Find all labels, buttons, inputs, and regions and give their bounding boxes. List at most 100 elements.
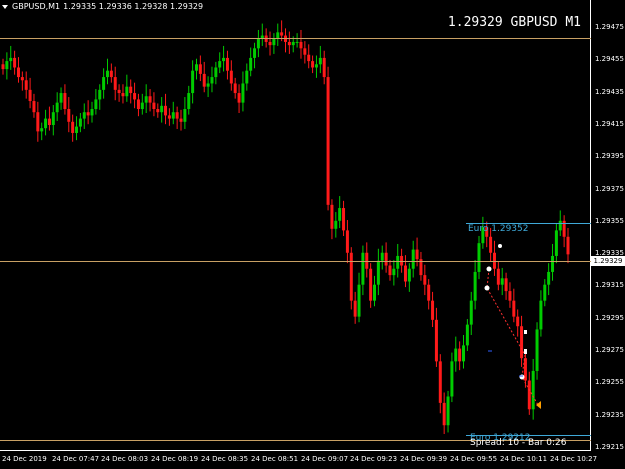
symbol-info-line[interactable]: GBPUSD,M1 1.29335 1.29336 1.29328 1.2932… <box>2 1 203 12</box>
time-tick-label: 24 Dec 08:51 <box>251 455 299 463</box>
time-tick-label: 24 Dec 09:23 <box>350 455 398 463</box>
time-tick-label: 24 Dec 09:55 <box>450 455 498 463</box>
candle-body <box>86 112 90 116</box>
candle-body <box>500 278 504 285</box>
candle-body <box>117 89 121 94</box>
candle-body <box>415 249 419 260</box>
chart-window[interactable]: GBPUSD,M1 1.29335 1.29336 1.29328 1.2932… <box>0 0 625 469</box>
candle-body <box>318 57 322 65</box>
candle-body <box>311 61 315 68</box>
candle-body <box>520 326 524 359</box>
price-display: 1.29329 GBPUSD M1 <box>448 14 581 32</box>
price-tick-label: 1.29355 <box>595 216 624 225</box>
candle-body <box>109 70 113 78</box>
candle-body <box>249 57 253 71</box>
candle-body <box>512 300 516 317</box>
time-tick-label: 24 Dec 08:19 <box>151 455 199 463</box>
price-axis[interactable]: 1.29475 1.29455 1.29435 1.29415 1.29395 1.293… <box>591 0 625 469</box>
candle-body <box>55 102 59 113</box>
candle-body <box>113 77 117 90</box>
big-price: 1.29329 <box>447 15 503 30</box>
candle-body <box>268 41 272 46</box>
candle-body <box>233 83 237 94</box>
euro-high-label: Euro 1.29352 <box>468 224 529 234</box>
candle-body <box>98 89 102 100</box>
price-tick-label: 1.29275 <box>595 346 624 354</box>
candle-body <box>129 86 133 94</box>
candle-body <box>125 86 129 97</box>
price-tick-label: 1.29475 <box>595 23 624 31</box>
candle-body <box>136 99 140 110</box>
price-tick-label: 1.29415 <box>595 119 624 128</box>
candle-body <box>198 64 202 74</box>
candle-body <box>400 255 404 266</box>
candle-body <box>194 64 198 71</box>
marker-dot-4 <box>524 349 527 354</box>
time-tick-label: 24 Dec 10:11 <box>500 455 548 463</box>
candle-body <box>349 252 353 301</box>
candle-body <box>427 284 431 301</box>
candle-body <box>71 121 75 133</box>
candle-body <box>287 41 291 46</box>
candle-body <box>241 83 245 103</box>
candle-body <box>326 77 330 205</box>
candle-body <box>179 118 183 122</box>
candle-body <box>214 67 218 78</box>
candle-body <box>222 57 226 62</box>
candle-body <box>256 38 260 49</box>
candle-body <box>167 115 171 119</box>
candle-body <box>102 77 106 90</box>
candle-body <box>496 268 500 285</box>
big-symbol: GBPUSD M1 <box>510 15 581 30</box>
candle-body <box>152 102 156 110</box>
candle-body <box>314 64 318 68</box>
price-tick-label: 1.29215 <box>595 442 624 451</box>
candle-body <box>121 93 125 97</box>
time-tick-label: 24 Dec 08:35 <box>201 455 249 463</box>
price-tick-label: 1.29295 <box>595 313 624 322</box>
candle-body <box>280 32 284 36</box>
candle-body <box>458 348 462 362</box>
marker-dot-3 <box>524 330 527 334</box>
candle-body <box>272 38 276 46</box>
time-tick-label: 24 Dec 2019 <box>2 455 47 463</box>
marker-dot-2 <box>484 285 490 291</box>
candle-body <box>423 275 427 285</box>
candle-body <box>67 109 71 122</box>
candle-body <box>345 230 349 253</box>
time-tick-label: 24 Dec 09:39 <box>400 455 448 463</box>
candle-body <box>59 93 63 103</box>
candle-body <box>206 83 210 87</box>
price-tick-label: 1.29375 <box>595 184 624 193</box>
candle-body <box>322 57 326 78</box>
marker-dot-1 <box>486 266 492 272</box>
candle-body <box>9 57 13 62</box>
chevron-down-icon[interactable] <box>2 4 8 9</box>
candle-body <box>90 109 94 116</box>
candle-body <box>353 300 357 317</box>
price-chart[interactable] <box>0 0 625 469</box>
candle-body <box>276 32 280 39</box>
candle-body <box>144 96 148 103</box>
candle-body <box>357 284 361 317</box>
time-axis[interactable]: 24 Dec 2019 24 Dec 07:47 24 Dec 08:03 24 De… <box>0 451 597 469</box>
candle-body <box>20 77 24 81</box>
candle-body <box>183 109 187 122</box>
candle-body <box>94 99 98 110</box>
candle-body <box>171 112 175 119</box>
candle-body <box>489 236 493 253</box>
marker-dot-6 <box>498 244 502 248</box>
candle-body <box>229 70 233 84</box>
candle-body <box>551 255 555 272</box>
candle-body <box>554 230 558 256</box>
candle-body <box>175 112 179 119</box>
ohlc-values: 1.29335 1.29336 1.29328 1.29329 <box>63 2 204 11</box>
time-tick-label: 24 Dec 10:27 <box>550 455 598 463</box>
candle-body <box>369 268 373 301</box>
candle-body <box>164 105 168 116</box>
candle-body <box>442 402 446 426</box>
candle-body <box>330 204 334 229</box>
candle-body <box>531 370 535 410</box>
candle-body <box>403 265 407 282</box>
candle-body <box>299 41 303 49</box>
